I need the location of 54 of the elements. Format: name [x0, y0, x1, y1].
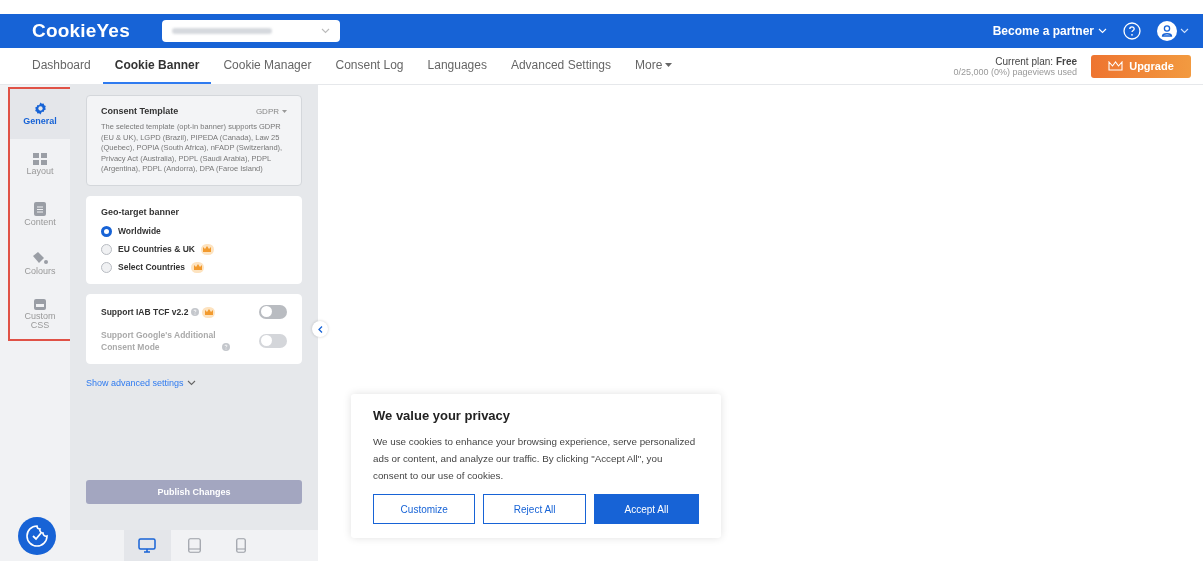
grid-icon [33, 152, 47, 165]
chevron-down-icon [320, 28, 330, 34]
nav-tab[interactable]: Languages [415, 48, 499, 84]
nav-tab[interactable]: More [623, 48, 685, 84]
desktop-icon [138, 538, 156, 553]
radio-label: EU Countries & UK [118, 244, 195, 254]
caret-icon [665, 63, 673, 67]
chevron-left-icon [317, 325, 323, 333]
current-plan: Current plan: Free [995, 55, 1077, 67]
radio-button[interactable] [101, 225, 112, 237]
nav-tab[interactable]: Advanced Settings [498, 48, 623, 84]
advanced-settings-link[interactable]: Show advanced settings [86, 377, 302, 388]
radio-button[interactable] [101, 261, 112, 273]
help-icon[interactable] [1123, 22, 1141, 40]
user-avatar-icon[interactable] [1157, 21, 1177, 41]
site-dropdown[interactable] [161, 20, 340, 42]
toggle-switch[interactable] [259, 304, 287, 319]
nav-tab[interactable]: Cookie Manager [211, 48, 324, 84]
radio-label: Worldwide [118, 226, 161, 236]
help-icon [222, 342, 230, 351]
banner-button[interactable]: Accept All [593, 494, 699, 524]
sidebar-item[interactable]: General [10, 89, 70, 139]
banner-text: We use cookies to enhance your browsing experience, serve personalized ads or content, and analyze our traffic. By clicking "Accept All", you consent to our use of cookies. [373, 435, 697, 483]
toggle-label: Support Google's Additional Consent Mode [101, 328, 217, 353]
card-title: Consent Template [101, 106, 179, 116]
tablet-icon [187, 538, 201, 553]
paint-bucket-icon [32, 252, 48, 265]
document-icon [34, 201, 46, 216]
radio-label: Select Countries [118, 262, 186, 272]
chevron-down-icon [1180, 28, 1189, 34]
crown-icon [1108, 61, 1124, 71]
settings-icon [33, 102, 47, 115]
device-button[interactable] [123, 530, 171, 561]
banner-title: We value your privacy [373, 408, 512, 423]
nav-tab[interactable]: Consent Log [323, 48, 416, 84]
chevron-down-icon [1098, 28, 1107, 34]
toggle-label: Support IAB TCF v2.2 [101, 305, 189, 318]
radio-button[interactable] [101, 243, 112, 255]
collapse-button[interactable] [312, 321, 328, 337]
banner-button[interactable]: Customize [373, 494, 476, 524]
mobile-icon [236, 538, 246, 553]
partner-link[interactable]: Become a partner [992, 24, 1107, 38]
nav-tab[interactable]: Dashboard [20, 48, 103, 84]
pageviews-usage: 0/25,000 (0%) pageviews used [953, 66, 1077, 77]
help-icon [191, 307, 200, 316]
chevron-down-icon [186, 379, 196, 386]
template-dropdown[interactable]: GDPR [255, 106, 287, 116]
banner-button[interactable]: Reject All [483, 494, 586, 524]
cookie-check-button[interactable] [18, 517, 56, 555]
caret-icon [282, 109, 287, 113]
css-file-icon [34, 298, 46, 310]
card-title: Geo-target banner [101, 206, 180, 217]
logo[interactable]: CookieYes [32, 20, 130, 42]
cookie-check-icon [25, 524, 49, 548]
